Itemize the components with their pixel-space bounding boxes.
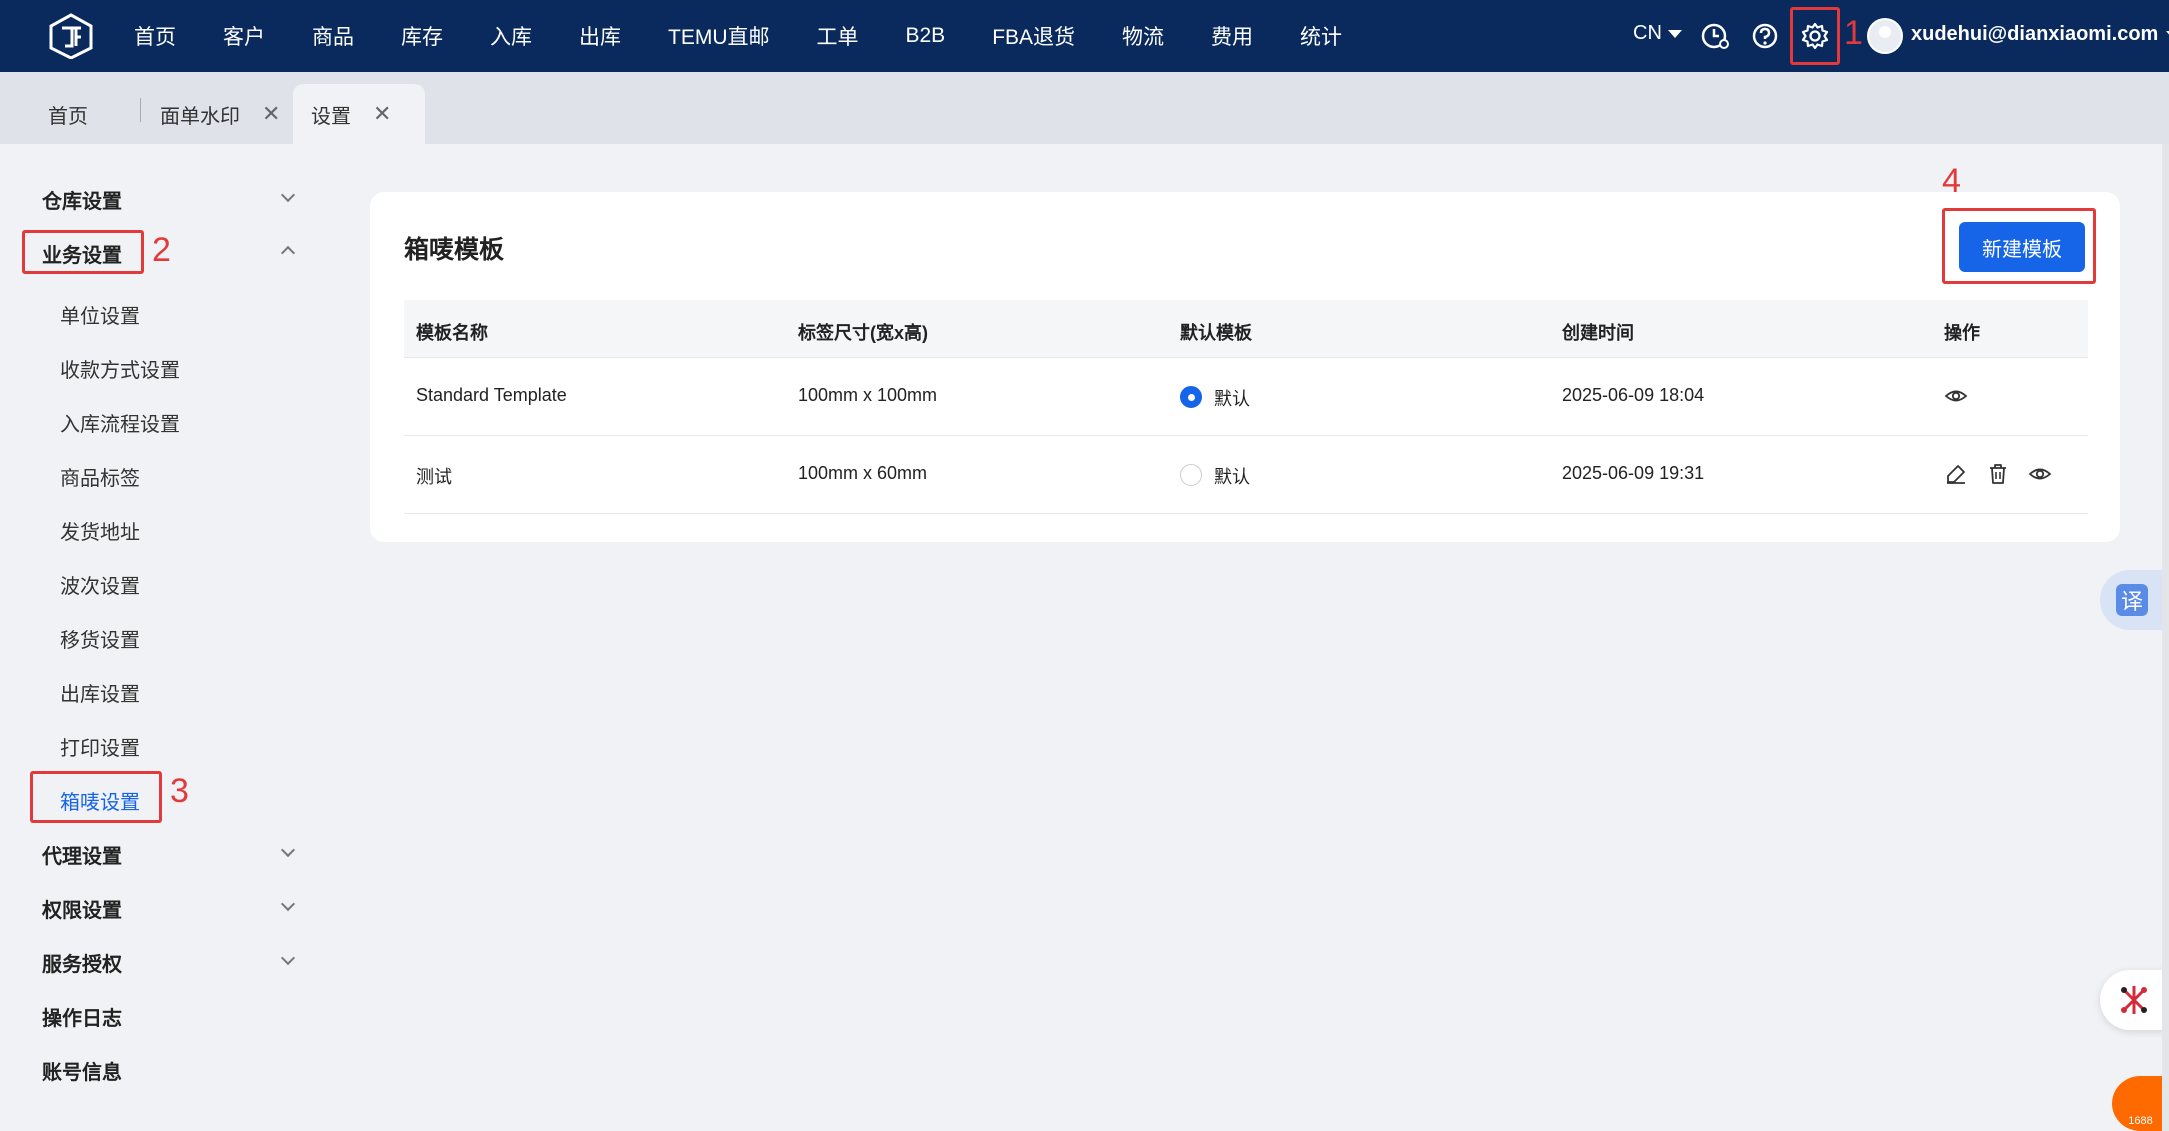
sidebar-item-product-labels[interactable]: 商品标签 xyxy=(60,462,140,491)
shipping-mark-template-card: 箱唛模板 新建模板 4 模板名称 标签尺寸(宽x高) 默认模板 创建时间 操作 … xyxy=(370,162,2120,542)
table-header: 模板名称 标签尺寸(宽x高) 默认模板 创建时间 操作 xyxy=(404,300,2088,358)
tab-label: 首页 xyxy=(48,105,88,128)
annotation-number-3: 3 xyxy=(170,772,189,810)
edit-icon[interactable] xyxy=(1944,462,1968,486)
sidebar-group-permission[interactable]: 权限设置 xyxy=(42,894,122,923)
sidebar-item-outbound[interactable]: 出库设置 xyxy=(60,678,140,707)
label-size: 100mm x 60mm xyxy=(798,463,928,483)
template-name: 测试 xyxy=(416,467,452,487)
sidebar-group-account[interactable]: 账号信息 xyxy=(42,1056,122,1085)
nav-products[interactable]: 商品 xyxy=(312,21,354,51)
nav-tickets[interactable]: 工单 xyxy=(817,21,859,51)
tab-settings[interactable]: 设置 ✕ xyxy=(293,84,425,144)
user-email: xudehui@dianxiaomi.com xyxy=(1911,23,2159,45)
nav-inbound[interactable]: 入库 xyxy=(490,21,532,51)
highlight-box-new-template xyxy=(1942,208,2096,284)
eye-icon[interactable] xyxy=(2028,462,2052,486)
default-radio[interactable] xyxy=(1180,386,1202,408)
sidebar-item-transfer[interactable]: 移货设置 xyxy=(60,624,140,653)
help-icon[interactable] xyxy=(1749,20,1781,52)
page-title: 箱唛模板 xyxy=(404,236,505,264)
language-label: CN xyxy=(1633,22,1662,44)
badge-1688[interactable]: 1688 xyxy=(2112,1076,2169,1131)
sidebar-item-units[interactable]: 单位设置 xyxy=(60,300,140,329)
column-header-created: 创建时间 xyxy=(1562,323,1634,343)
column-header-default: 默认模板 xyxy=(1180,323,1252,343)
chevron-up-icon[interactable] xyxy=(280,245,296,261)
nav-home[interactable]: 首页 xyxy=(134,21,176,51)
chevron-down-icon[interactable] xyxy=(280,896,296,912)
nav-inventory[interactable]: 库存 xyxy=(401,21,443,51)
close-icon[interactable]: ✕ xyxy=(262,101,280,127)
created-time: 2025-06-09 18:04 xyxy=(1562,385,1705,405)
highlight-box-business xyxy=(22,230,144,274)
nav-fba-returns[interactable]: FBA退货 xyxy=(992,21,1075,51)
sidebar-item-wave[interactable]: 波次设置 xyxy=(60,570,140,599)
language-switch[interactable]: CN xyxy=(1633,22,1682,45)
avatar[interactable] xyxy=(1867,18,1903,54)
tab-label-watermark[interactable]: 面单水印 ✕ xyxy=(160,84,280,144)
annotation-number-1: 1 xyxy=(1844,14,1863,52)
table-row: 测试 100mm x 60mm 默认 2025-06-09 19:31 xyxy=(404,436,2088,514)
translate-icon: 译 xyxy=(2116,584,2148,616)
app-logo-icon[interactable] xyxy=(48,13,94,59)
main-nav: 首页 客户 商品 库存 入库 出库 TEMU直邮 工单 B2B FBA退货 物流… xyxy=(134,0,1389,72)
highlight-box-settings xyxy=(1790,7,1840,65)
user-menu[interactable]: xudehui@dianxiaomi.com xyxy=(1911,23,2169,46)
translate-widget[interactable]: 译 xyxy=(2100,570,2169,630)
settings-sidebar: 仓库设置 业务设置 2 单位设置 收款方式设置 入库流程设置 商品标签 发货地址… xyxy=(0,144,330,1131)
chevron-down-icon[interactable] xyxy=(280,950,296,966)
assistant-widget[interactable] xyxy=(2100,970,2169,1030)
nav-logistics[interactable]: 物流 xyxy=(1122,21,1164,51)
top-right-tools: CN 1 xudehui@dianxiaomi.com xyxy=(1609,0,2169,72)
default-radio[interactable] xyxy=(1180,464,1202,486)
sidebar-group-service[interactable]: 服务授权 xyxy=(42,948,122,977)
column-header-size: 标签尺寸(宽x高) xyxy=(798,323,928,343)
tab-home[interactable]: 首页 xyxy=(48,84,88,144)
sidebar-item-ship-address[interactable]: 发货地址 xyxy=(60,516,140,545)
nav-outbound[interactable]: 出库 xyxy=(579,21,621,51)
column-header-name: 模板名称 xyxy=(416,323,488,343)
sidebar-group-agent[interactable]: 代理设置 xyxy=(42,840,122,869)
top-navbar: 首页 客户 商品 库存 入库 出库 TEMU直邮 工单 B2B FBA退货 物流… xyxy=(0,0,2169,72)
eye-icon[interactable] xyxy=(1944,384,1968,408)
sidebar-group-warehouse[interactable]: 仓库设置 xyxy=(42,185,122,214)
nav-temu[interactable]: TEMU直邮 xyxy=(668,21,770,51)
sidebar-item-inbound-flow[interactable]: 入库流程设置 xyxy=(60,408,180,437)
default-label: 默认 xyxy=(1214,389,1250,409)
tab-bar: 首页 面单水印 ✕ 设置 ✕ xyxy=(0,72,2169,144)
tab-label: 设置 xyxy=(311,105,351,128)
created-time: 2025-06-09 19:31 xyxy=(1562,463,1705,483)
column-header-actions: 操作 xyxy=(1944,323,1980,343)
sidebar-item-payment-methods[interactable]: 收款方式设置 xyxy=(60,354,180,383)
scrollbar[interactable] xyxy=(2162,144,2169,1131)
default-label: 默认 xyxy=(1214,467,1250,487)
annotation-number-4: 4 xyxy=(1942,162,1961,200)
sidebar-item-print[interactable]: 打印设置 xyxy=(60,732,140,761)
nav-customers[interactable]: 客户 xyxy=(223,21,265,51)
nav-stats[interactable]: 统计 xyxy=(1300,21,1342,51)
sidebar-group-log[interactable]: 操作日志 xyxy=(42,1002,122,1031)
label-size: 100mm x 100mm xyxy=(798,385,938,405)
template-name: Standard Template xyxy=(416,385,567,405)
highlight-box-shipping-marks xyxy=(30,771,162,823)
nav-b2b[interactable]: B2B xyxy=(906,24,946,48)
annotation-number-2: 2 xyxy=(152,231,171,269)
close-icon[interactable]: ✕ xyxy=(373,101,391,127)
delete-icon[interactable] xyxy=(1986,462,2010,486)
clock-icon[interactable] xyxy=(1699,20,1731,52)
chevron-down-icon[interactable] xyxy=(280,842,296,858)
nav-fees[interactable]: 费用 xyxy=(1211,21,1253,51)
chevron-down-icon[interactable] xyxy=(280,187,296,203)
caret-down-icon xyxy=(1667,29,1682,38)
tab-label: 面单水印 xyxy=(160,105,240,128)
network-icon xyxy=(2121,986,2147,1014)
template-table: 模板名称 标签尺寸(宽x高) 默认模板 创建时间 操作 Standard Tem… xyxy=(404,300,2088,514)
tab-divider xyxy=(140,98,141,122)
table-row: Standard Template 100mm x 100mm 默认 2025-… xyxy=(404,358,2088,436)
